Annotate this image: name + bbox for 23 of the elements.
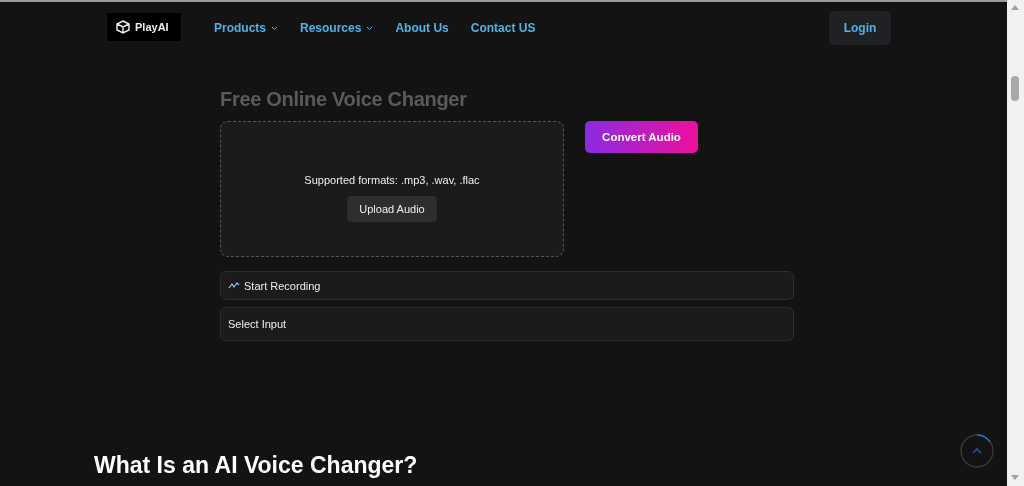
scroll-down-icon[interactable] — [1011, 475, 1019, 480]
page-title: Free Online Voice Changer — [220, 88, 468, 111]
scroll-top-icon[interactable] — [960, 434, 994, 468]
nav-link[interactable]: Products — [214, 21, 278, 35]
cube-icon — [116, 20, 130, 34]
scroll-up-icon[interactable] — [1011, 5, 1019, 10]
chevron-down-icon — [366, 25, 374, 31]
logo-text: PlayAI — [135, 21, 169, 33]
convert-button[interactable]: Convert Audio — [585, 121, 698, 153]
logo[interactable]: PlayAI — [107, 13, 181, 41]
upload-button[interactable]: Upload Audio — [347, 196, 437, 222]
scrollbar-thumb[interactable] — [1011, 76, 1019, 101]
record-button[interactable]: Start Recording — [220, 271, 794, 300]
login-button[interactable]: Login — [829, 11, 891, 45]
formats-text: Supported formats: .mp3, .wav, .flac — [304, 174, 480, 186]
input-select[interactable]: Select Input — [220, 307, 794, 341]
section-heading: What Is an AI Voice Changer? — [94, 452, 418, 479]
nav-link[interactable]: Contact US — [470, 21, 536, 35]
nav-link[interactable]: Resources — [300, 21, 374, 35]
chevron-down-icon — [271, 25, 278, 31]
nav-link[interactable]: About Us — [395, 21, 449, 35]
drop-zone[interactable]: Supported formats: .mp3, .wav, .flac Upload Audio — [220, 121, 564, 257]
scrollbar-track[interactable] — [1007, 0, 1024, 486]
